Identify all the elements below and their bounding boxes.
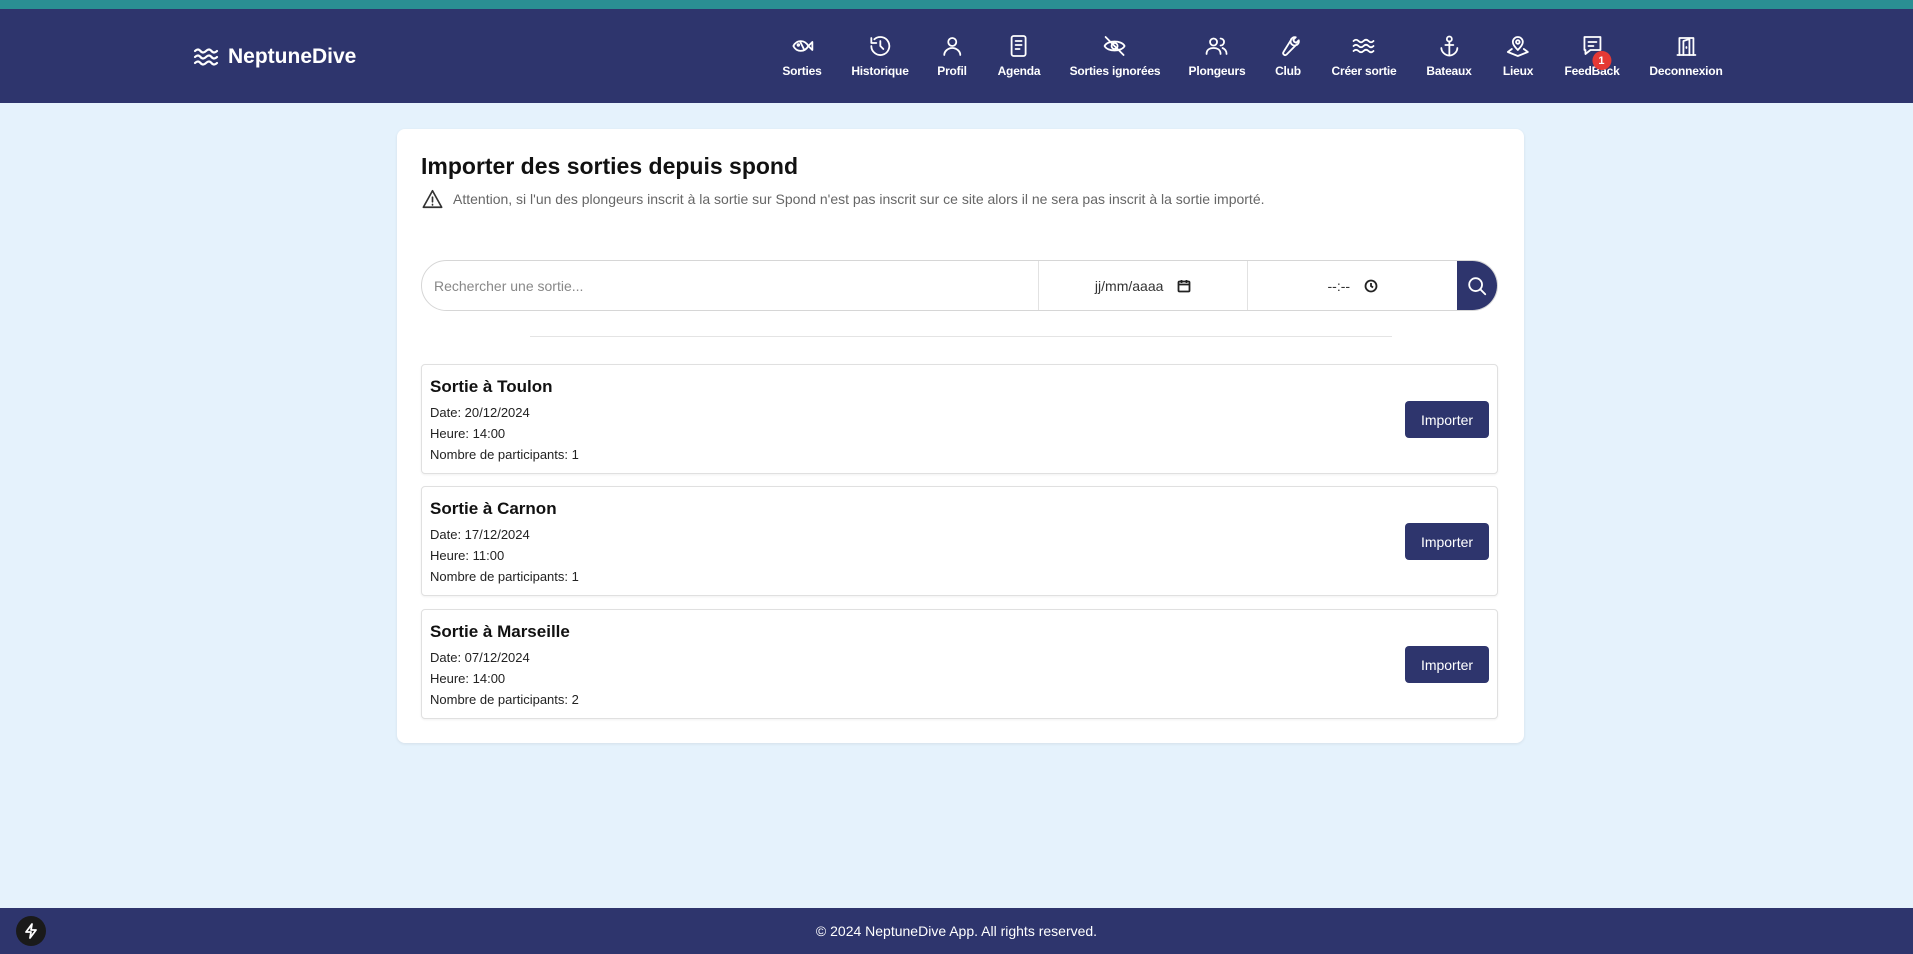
outing-time: Heure: 14:00	[430, 671, 506, 686]
time-field[interactable]: --:--	[1247, 261, 1457, 310]
fish-icon	[792, 40, 813, 52]
notification-badge: 1	[1591, 51, 1611, 70]
users-icon	[1206, 37, 1228, 55]
main-nav: Sorties Historique Profil Agenda Sorties…	[0, 9, 1913, 103]
nav-item-sorties[interactable]: Sorties	[782, 34, 822, 86]
warning-text: Attention, si l'un des plongeurs inscrit…	[453, 191, 1265, 207]
page-title: Importer des sorties depuis spond	[421, 153, 799, 179]
search-bar: jj/mm/aaaa --:--	[421, 260, 1498, 311]
navbar: NeptuneDive Sorties Historique Profil Ag…	[0, 9, 1913, 103]
outing-date: Date: 07/12/2024	[430, 650, 530, 665]
outing-participants: Nombre de participants: 2	[430, 692, 579, 707]
nav-item-club[interactable]: Club	[1275, 34, 1301, 86]
nav-item-agenda[interactable]: Agenda	[998, 34, 1041, 86]
waves-icon	[1353, 38, 1375, 54]
outing-title: Sortie à Carnon	[430, 499, 557, 518]
outing-title: Sortie à Toulon	[430, 377, 553, 396]
nav-label: Historique	[851, 64, 909, 78]
nav-label: Sorties ignorées	[1069, 64, 1161, 78]
search-input[interactable]	[422, 261, 1038, 310]
nav-item-historique[interactable]: Historique	[851, 34, 909, 86]
import-card: Importer des sorties depuis spond Attent…	[397, 129, 1524, 743]
user-icon	[943, 37, 961, 56]
warning-icon	[422, 189, 443, 209]
nav-label: Club	[1275, 64, 1301, 78]
accent-line	[0, 0, 1913, 9]
book-icon	[1011, 35, 1027, 57]
dev-tools-button[interactable]	[16, 916, 46, 946]
nav-item-plongeurs[interactable]: Plongeurs	[1189, 34, 1246, 86]
outing-date: Date: 20/12/2024	[430, 405, 530, 420]
lightning-icon	[25, 923, 37, 939]
footer: © 2024 NeptuneDive App. All rights reser…	[0, 908, 1913, 954]
nav-label: Lieux	[1502, 64, 1534, 78]
outing-time: Heure: 11:00	[430, 548, 505, 563]
search-button[interactable]	[1457, 261, 1497, 310]
door-icon	[1676, 37, 1696, 56]
import-button[interactable]: Importer	[1405, 523, 1489, 560]
map-pin-icon	[1507, 36, 1529, 57]
nav-item-profil[interactable]: Profil	[937, 34, 967, 86]
nav-label: Deconnexion	[1649, 64, 1723, 78]
outing-participants: Nombre de participants: 1	[430, 569, 579, 584]
divider	[530, 336, 1392, 337]
outing-participants: Nombre de participants: 1	[430, 447, 579, 462]
footer-text: © 2024 NeptuneDive App. All rights reser…	[815, 923, 1098, 939]
wrench-icon	[1282, 36, 1300, 56]
import-button[interactable]: Importer	[1405, 401, 1489, 438]
nav-label: Créer sortie	[1331, 64, 1397, 78]
warning-message: Attention, si l'un des plongeurs inscrit…	[421, 187, 1265, 211]
nav-item-sorties-ignorees[interactable]: Sorties ignorées	[1070, 34, 1161, 86]
nav-item-creer-sortie[interactable]: Créer sortie	[1332, 34, 1397, 86]
outing-title: Sortie à Marseille	[430, 622, 570, 641]
import-button[interactable]: Importer	[1405, 646, 1489, 683]
nav-item-lieux[interactable]: Lieux	[1503, 34, 1533, 86]
nav-item-deconnexion[interactable]: Deconnexion	[1649, 34, 1723, 86]
nav-item-feedback[interactable]: 1 FeedBack	[1564, 34, 1620, 86]
nav-label: Sorties	[782, 64, 822, 78]
list-item: Sortie à Toulon Date: 20/12/2024 Heure: …	[421, 364, 1498, 474]
nav-label: FeedBack	[1564, 64, 1620, 78]
nav-label: Agenda	[997, 64, 1041, 78]
history-icon	[870, 36, 890, 56]
outing-time: Heure: 14:00	[430, 426, 506, 441]
list-item: Sortie à Carnon Date: 17/12/2024 Heure: …	[421, 486, 1498, 596]
search-icon	[1468, 276, 1487, 295]
anchor-icon	[1440, 35, 1458, 57]
time-placeholder: --:--	[1327, 277, 1351, 294]
eye-off-icon	[1104, 36, 1126, 56]
list-item: Sortie à Marseille Date: 07/12/2024 Heur…	[421, 609, 1498, 719]
date-field[interactable]: jj/mm/aaaa	[1037, 261, 1248, 310]
nav-label: Plongeurs	[1188, 64, 1246, 78]
outing-date: Date: 17/12/2024	[430, 527, 530, 542]
nav-label: Bateaux	[1426, 64, 1472, 78]
date-placeholder: jj/mm/aaaa	[1094, 277, 1164, 294]
calendar-icon[interactable]	[1177, 279, 1191, 293]
nav-item-bateaux[interactable]: Bateaux	[1426, 34, 1472, 86]
clock-icon[interactable]	[1364, 279, 1378, 293]
nav-label: Profil	[937, 64, 967, 78]
